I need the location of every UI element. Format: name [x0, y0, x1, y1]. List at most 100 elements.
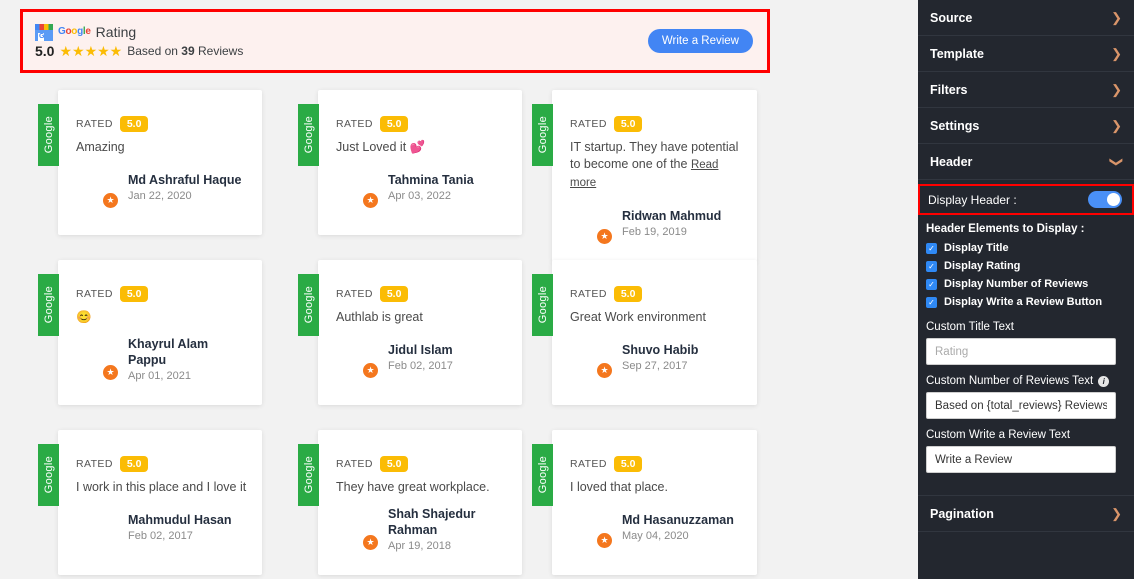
avatar: ★	[76, 166, 118, 208]
review-cell: Google RATED 5.0 They have great workpla…	[298, 422, 532, 579]
review-card[interactable]: RATED 5.0 I loved that place. ★ Md Hasan…	[552, 430, 757, 575]
review-text: Amazing	[76, 139, 248, 156]
review-text: IT startup. They have potential to becom…	[570, 139, 743, 192]
header-widget: G Google Rating 5.0 ★★★★★ Based on 39 Re…	[23, 12, 767, 70]
author-meta: Md Ashraful Haque Jan 22, 2020	[128, 172, 241, 202]
custom-write-a-review-text-label: Custom Write a Review Text	[918, 419, 1134, 446]
verified-star-icon: ★	[597, 229, 612, 244]
author-name: Md Ashraful Haque	[128, 172, 241, 188]
rated-row: RATED 5.0	[336, 456, 508, 472]
rated-row: RATED 5.0	[570, 286, 743, 302]
review-card[interactable]: RATED 5.0 Amazing ★ Md Ashraful Haque Ja…	[58, 90, 262, 235]
review-card[interactable]: RATED 5.0 Great Work environment ★ Shuvo…	[552, 260, 757, 405]
rated-label: RATED	[76, 118, 113, 130]
google-source-badge: Google	[532, 104, 553, 166]
rated-row: RATED 5.0	[336, 116, 508, 132]
review-text: Authlab is great	[336, 309, 508, 326]
sidebar-section-header[interactable]: Header ❯	[918, 144, 1134, 180]
rating-badge: 5.0	[614, 456, 643, 472]
header-widget-info: G Google Rating 5.0 ★★★★★ Based on 39 Re…	[35, 23, 243, 59]
sidebar-section-label: Source	[930, 11, 972, 25]
rated-label: RATED	[570, 118, 607, 130]
review-date: Apr 03, 2022	[388, 190, 474, 202]
author-name: Md Hasanuzzaman	[622, 512, 734, 528]
rating-badge: 5.0	[120, 286, 149, 302]
custom-title-text-label: Custom Title Text	[918, 311, 1134, 338]
author-name: Ridwan Mahmud	[622, 208, 721, 224]
review-text: They have great workplace.	[336, 479, 508, 496]
google-source-badge: Google	[298, 104, 319, 166]
review-card[interactable]: RATED 5.0 IT startup. They have potentia…	[552, 90, 757, 262]
review-card[interactable]: RATED 5.0 I work in this place and I lov…	[58, 430, 262, 575]
review-author: ★ Ridwan Mahmud Feb 19, 2019	[570, 202, 743, 244]
rating-badge: 5.0	[614, 116, 643, 132]
rating-badge: 5.0	[380, 286, 409, 302]
sidebar-section-settings[interactable]: Settings ❯	[918, 108, 1134, 144]
review-card[interactable]: RATED 5.0 😊 ★ Khayrul Alam Pappu Apr 01,…	[58, 260, 262, 405]
custom-number-of-reviews-text-input[interactable]	[926, 392, 1116, 419]
rated-label: RATED	[76, 458, 113, 470]
author-meta: Jidul Islam Feb 02, 2017	[388, 342, 453, 372]
author-meta: Shuvo Habib Sep 27, 2017	[622, 342, 698, 372]
review-card[interactable]: RATED 5.0 Authlab is great ★ Jidul Islam…	[318, 260, 522, 405]
star-rating-icon: ★★★★★	[59, 44, 122, 58]
review-date: Jan 22, 2020	[128, 190, 241, 202]
reviews-preview-area: G Google Rating 5.0 ★★★★★ Based on 39 Re…	[0, 0, 918, 579]
author-name: Tahmina Tania	[388, 172, 474, 188]
page-title: Rating	[96, 24, 136, 40]
rating-badge: 5.0	[614, 286, 643, 302]
review-date: Feb 02, 2017	[128, 530, 232, 542]
sidebar-section-label: Filters	[930, 83, 968, 97]
review-author: ★ Shuvo Habib Sep 27, 2017	[570, 336, 743, 378]
app-root: G Google Rating 5.0 ★★★★★ Based on 39 Re…	[0, 0, 1134, 579]
chevron-right-icon: ❯	[1111, 118, 1122, 134]
checkbox-display-number-of-reviews[interactable]: Display Number of Reviews	[918, 275, 1134, 293]
checkbox-display-write-a-review-button[interactable]: Display Write a Review Button	[918, 293, 1134, 311]
sidebar-section-label: Pagination	[930, 507, 994, 521]
author-meta: Mahmudul Hasan Feb 02, 2017	[128, 512, 232, 542]
review-text: I work in this place and I love it	[76, 479, 248, 496]
checkbox-label: Display Number of Reviews	[944, 278, 1088, 290]
review-date: Feb 02, 2017	[388, 360, 453, 372]
chevron-right-icon: ❯	[1111, 506, 1122, 522]
author-name: Shah Shajedur Rahman	[388, 506, 508, 538]
verified-star-icon: ★	[363, 363, 378, 378]
sidebar-section-source[interactable]: Source ❯	[918, 0, 1134, 36]
review-text: 😊	[76, 309, 248, 326]
info-icon[interactable]: i	[1098, 376, 1109, 387]
checkbox-label: Display Write a Review Button	[944, 296, 1102, 308]
write-a-review-button[interactable]: Write a Review	[648, 29, 753, 53]
author-meta: Md Hasanuzzaman May 04, 2020	[622, 512, 734, 542]
review-date: Feb 19, 2019	[622, 226, 721, 238]
reviews-grid: Google RATED 5.0 Amazing ★ Md Ashraful H…	[0, 82, 918, 579]
review-count-text: Based on 39 Reviews	[127, 44, 243, 58]
avatar: ★	[336, 166, 378, 208]
checkbox-display-rating[interactable]: Display Rating	[918, 257, 1134, 275]
sidebar-section-label: Header	[930, 155, 972, 169]
header-title-row: G Google Rating	[35, 23, 243, 41]
custom-title-text-input[interactable]	[926, 338, 1116, 365]
sidebar-section-filters[interactable]: Filters ❯	[918, 72, 1134, 108]
display-header-toggle-row[interactable]: Display Header :	[918, 184, 1134, 215]
review-cell: Google RATED 5.0 IT startup. They have p…	[532, 82, 766, 252]
sidebar-section-template[interactable]: Template ❯	[918, 36, 1134, 72]
review-card[interactable]: RATED 5.0 Just Loved it 💕 ★ Tahmina Tani…	[318, 90, 522, 235]
rated-row: RATED 5.0	[76, 116, 248, 132]
checkmark-icon	[926, 297, 937, 308]
chevron-right-icon: ❯	[1111, 82, 1122, 98]
review-author: ★ Shah Shajedur Rahman Apr 19, 2018	[336, 506, 508, 552]
checkbox-display-title[interactable]: Display Title	[918, 239, 1134, 257]
sidebar-section-pagination[interactable]: Pagination ❯	[918, 496, 1134, 532]
avatar: ★	[76, 338, 118, 380]
rated-row: RATED 5.0	[76, 286, 248, 302]
display-header-toggle[interactable]	[1088, 191, 1122, 208]
settings-sidebar: Source ❯ Template ❯ Filters ❯ Settings ❯…	[918, 0, 1134, 579]
custom-write-a-review-text-input[interactable]	[926, 446, 1116, 473]
rated-row: RATED 5.0	[336, 286, 508, 302]
chevron-right-icon: ❯	[1111, 10, 1122, 26]
review-cell: Google RATED 5.0 Authlab is great ★ Jidu…	[298, 252, 532, 422]
sidebar-section-label: Template	[930, 47, 984, 61]
review-card[interactable]: RATED 5.0 They have great workplace. ★ S…	[318, 430, 522, 575]
rated-label: RATED	[336, 458, 373, 470]
rated-row: RATED 5.0	[570, 116, 743, 132]
